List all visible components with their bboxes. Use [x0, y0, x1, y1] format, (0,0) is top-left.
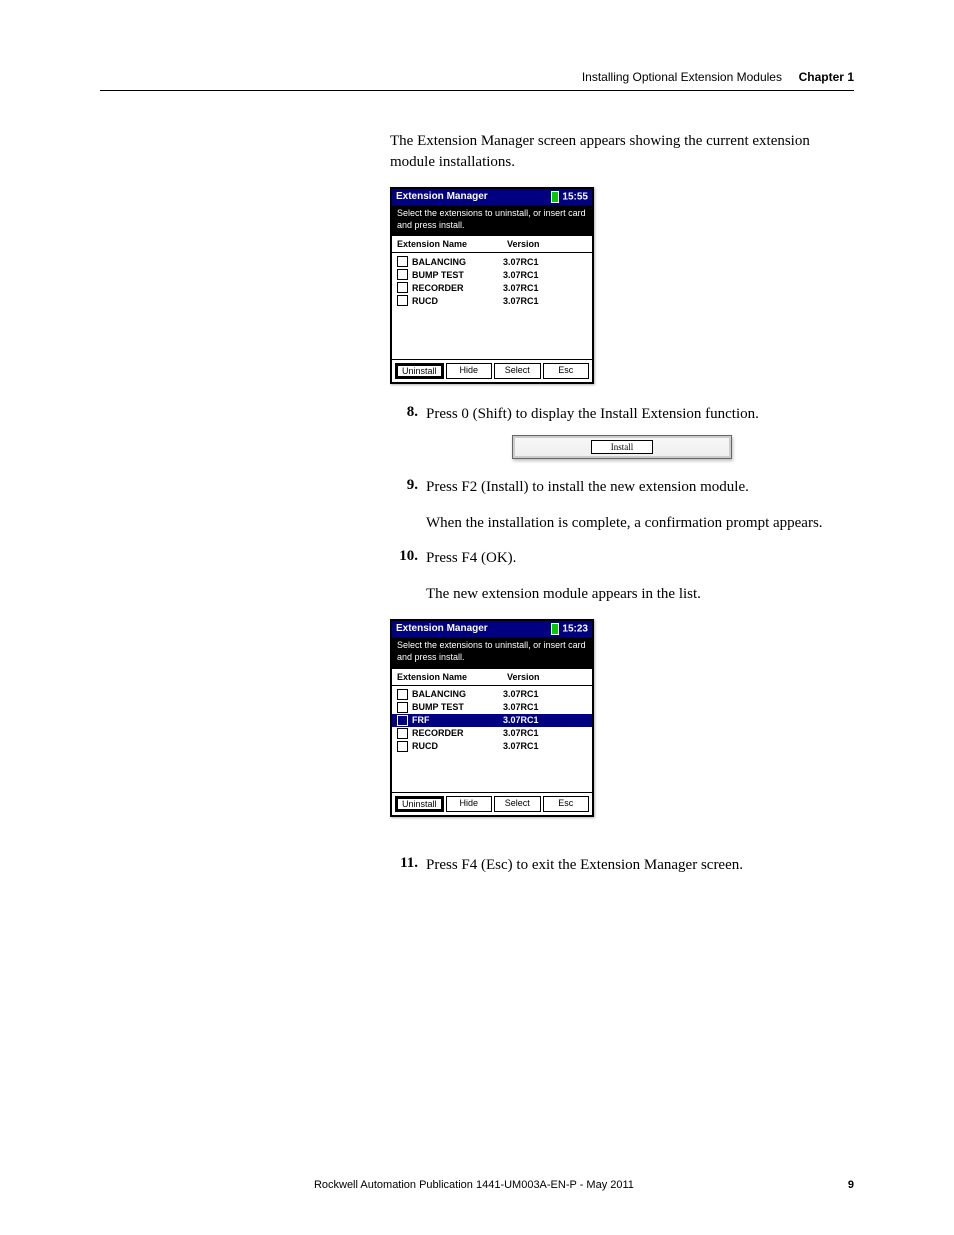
list-item[interactable]: BALANCING3.07RC1	[397, 688, 587, 701]
uninstall-button[interactable]: Uninstall	[395, 363, 444, 379]
ss1-table-body: BALANCING3.07RC1 BUMP TEST3.07RC1 RECORD…	[392, 253, 592, 359]
hide-button[interactable]: Hide	[446, 363, 493, 379]
checkbox-icon[interactable]	[397, 702, 408, 713]
checkbox-icon[interactable]	[397, 715, 408, 726]
battery-icon	[551, 191, 559, 203]
list-item[interactable]: BUMP TEST3.07RC1	[397, 701, 587, 714]
ss2-title: Extension Manager	[396, 623, 488, 635]
step-text: Press F4 (Esc) to exit the Extension Man…	[426, 855, 854, 876]
select-button[interactable]: Select	[494, 796, 541, 812]
extension-manager-screenshot-2: Extension Manager 15:23 Select the exten…	[390, 619, 594, 816]
step-number: 11.	[390, 855, 418, 876]
ss2-instruction: Select the extensions to uninstall, or i…	[392, 637, 592, 668]
select-button[interactable]: Select	[494, 363, 541, 379]
list-item-selected[interactable]: FRF3.07RC1	[392, 714, 592, 727]
ss1-col-name: Extension Name	[397, 239, 507, 249]
list-item[interactable]: RUCD3.07RC1	[397, 294, 587, 307]
step-11: 11. Press F4 (Esc) to exit the Extension…	[390, 855, 854, 876]
battery-icon	[551, 623, 559, 635]
list-item[interactable]: BALANCING3.07RC1	[397, 255, 587, 268]
checkbox-icon[interactable]	[397, 689, 408, 700]
step-number: 10.	[390, 548, 418, 569]
step9-followup: When the installation is complete, a con…	[426, 513, 854, 534]
header-chapter: Chapter 1	[799, 70, 854, 84]
ss1-title: Extension Manager	[396, 191, 488, 203]
ss1-table-header: Extension Name Version	[392, 236, 592, 253]
checkbox-icon[interactable]	[397, 295, 408, 306]
list-item[interactable]: BUMP TEST3.07RC1	[397, 268, 587, 281]
ss1-time: 15:55	[551, 191, 588, 203]
checkbox-icon[interactable]	[397, 728, 408, 739]
hide-button[interactable]: Hide	[446, 796, 493, 812]
esc-button[interactable]: Esc	[543, 796, 590, 812]
step-number: 9.	[390, 477, 418, 498]
step-9: 9. Press F2 (Install) to install the new…	[390, 477, 854, 498]
step10-followup: The new extension module appears in the …	[426, 584, 854, 605]
ss2-col-name: Extension Name	[397, 672, 507, 682]
extension-manager-screenshot-1: Extension Manager 15:55 Select the exten…	[390, 187, 594, 384]
checkbox-icon[interactable]	[397, 256, 408, 267]
step-text: Press 0 (Shift) to display the Install E…	[426, 404, 854, 425]
page-header: Installing Optional Extension Modules Ch…	[100, 70, 854, 91]
checkbox-icon[interactable]	[397, 269, 408, 280]
intro-paragraph: The Extension Manager screen appears sho…	[390, 131, 854, 173]
ss2-titlebar: Extension Manager 15:23	[392, 621, 592, 637]
footer-publication: Rockwell Automation Publication 1441-UM0…	[314, 1179, 634, 1191]
checkbox-icon[interactable]	[397, 282, 408, 293]
esc-button[interactable]: Esc	[543, 363, 590, 379]
list-item[interactable]: RUCD3.07RC1	[397, 740, 587, 753]
step-number: 8.	[390, 404, 418, 425]
step-text: Press F4 (OK).	[426, 548, 854, 569]
checkbox-icon[interactable]	[397, 741, 408, 752]
ss1-col-version: Version	[507, 239, 540, 249]
page-footer: Rockwell Automation Publication 1441-UM0…	[100, 1179, 854, 1191]
list-item[interactable]: RECORDER3.07RC1	[397, 727, 587, 740]
footer-page-number: 9	[848, 1179, 854, 1191]
step-text: Press F2 (Install) to install the new ex…	[426, 477, 854, 498]
ss1-instruction: Select the extensions to uninstall, or i…	[392, 205, 592, 236]
ss1-button-bar: Uninstall Hide Select Esc	[392, 359, 592, 382]
ss2-table-header: Extension Name Version	[392, 669, 592, 686]
ss2-button-bar: Uninstall Hide Select Esc	[392, 792, 592, 815]
step-10: 10. Press F4 (OK).	[390, 548, 854, 569]
uninstall-button[interactable]: Uninstall	[395, 796, 444, 812]
step-8: 8. Press 0 (Shift) to display the Instal…	[390, 404, 854, 425]
ss1-titlebar: Extension Manager 15:55	[392, 189, 592, 205]
header-section: Installing Optional Extension Modules	[582, 70, 782, 84]
list-item[interactable]: RECORDER3.07RC1	[397, 281, 587, 294]
ss2-table-body: BALANCING3.07RC1 BUMP TEST3.07RC1 FRF3.0…	[392, 686, 592, 792]
ss2-time: 15:23	[551, 623, 588, 635]
install-popup-screenshot: Install	[512, 435, 732, 459]
install-button[interactable]: Install	[591, 440, 653, 454]
ss2-col-version: Version	[507, 672, 540, 682]
